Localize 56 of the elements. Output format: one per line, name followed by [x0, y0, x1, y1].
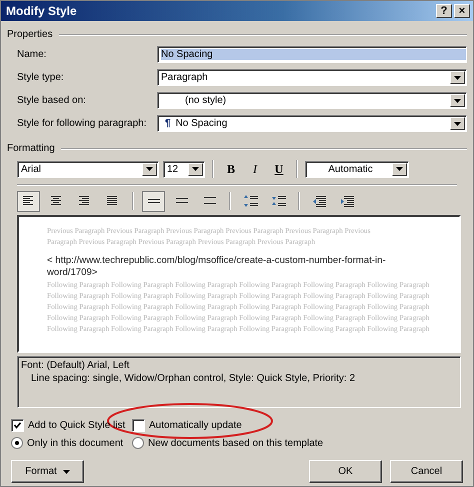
- line-spacing-button[interactable]: [142, 190, 165, 212]
- description-text: Line spacing: single, Widow/Orphan control, Style: Quick Style, Priority: 2: [30, 372, 356, 385]
- field-label: Style type:: [17, 72, 65, 83]
- dropdown[interactable]: (no style): [157, 92, 467, 109]
- line-spacing-icon: [176, 198, 188, 204]
- radio-button[interactable]: [132, 437, 144, 449]
- section-heading: Properties: [7, 29, 53, 40]
- line-spacing-icon: [148, 198, 160, 204]
- indent-decrease-icon: [313, 196, 326, 206]
- color-dropdown[interactable]: Automatic: [305, 160, 409, 178]
- underline-button[interactable]: U: [269, 160, 289, 178]
- checkbox-label: Add to Quick Style list: [28, 420, 126, 430]
- checkbox[interactable]: [132, 418, 145, 432]
- align-justify-icon: [107, 196, 118, 206]
- caret-icon: [396, 167, 403, 171]
- caret-icon: [146, 167, 153, 171]
- help-button[interactable]: ?: [436, 4, 452, 18]
- caret-icon: [454, 98, 461, 102]
- font-dropdown[interactable]: Arial: [17, 160, 159, 178]
- dropdown[interactable]: Paragraph: [157, 69, 467, 86]
- align-button[interactable]: [17, 190, 40, 212]
- radio-label: Only in this document: [27, 438, 124, 448]
- field-label: Style for following paragraph:: [17, 118, 148, 129]
- indent-increase-icon: [341, 196, 354, 206]
- caret-icon: [454, 76, 461, 80]
- window-title: Modify Style: [6, 4, 77, 18]
- input-field[interactable]: No Spacing: [157, 46, 467, 63]
- bold-button[interactable]: B: [221, 160, 241, 178]
- size-dropdown[interactable]: 12: [163, 160, 205, 178]
- caret-icon: [454, 122, 461, 126]
- checkbox-label: Automatically update: [149, 420, 242, 430]
- caret-icon: [192, 167, 199, 171]
- align-right-icon: [79, 196, 90, 206]
- description-text: Font: (Default) Arial, Left: [21, 359, 130, 372]
- radio-label: New documents based on this template: [148, 438, 324, 448]
- align-left-icon: [23, 196, 34, 206]
- paragraph-spacing-icon: [272, 195, 286, 207]
- paragraph-spacing-icon: [244, 195, 258, 207]
- ok-button[interactable]: OK: [309, 460, 382, 483]
- italic-button[interactable]: I: [245, 160, 265, 178]
- line-spacing-icon: [204, 197, 216, 205]
- dropdown[interactable]: ¶ No Spacing: [157, 115, 467, 132]
- section-heading: Formatting: [7, 143, 55, 154]
- field-label: Style based on:: [17, 95, 87, 106]
- cancel-button[interactable]: Cancel: [390, 460, 463, 483]
- sample-text: word/1709>: [47, 267, 98, 279]
- checkbox[interactable]: [11, 418, 24, 432]
- check-icon: [14, 422, 21, 428]
- field-label: Name:: [17, 49, 48, 60]
- align-center-icon: [51, 196, 62, 206]
- pilcrow-icon: ¶: [165, 118, 171, 129]
- format-button[interactable]: Format: [11, 460, 84, 483]
- radio-button[interactable]: [11, 437, 23, 449]
- caret-icon: [62, 470, 70, 474]
- sample-text: < http://www.techrepublic.com/blog/msoffice/create-a-custom-number-format-in-: [47, 255, 386, 267]
- close-button[interactable]: ×: [454, 4, 470, 18]
